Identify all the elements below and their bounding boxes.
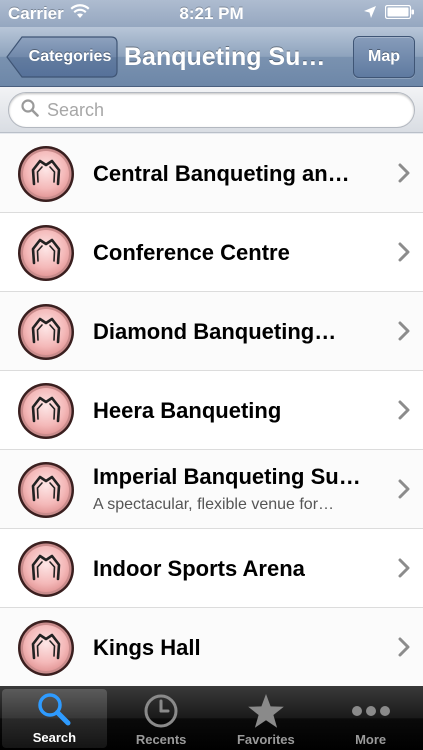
tab-more[interactable]: More	[318, 686, 423, 750]
status-bar: Carrier 8:21 PM	[0, 0, 423, 27]
search-bar	[0, 87, 423, 133]
wifi-icon	[70, 3, 90, 24]
list-item[interactable]: Central Banqueting an…	[0, 134, 423, 213]
clock-icon	[141, 692, 181, 730]
chevron-right-icon	[398, 321, 410, 341]
map-button[interactable]: Map	[353, 36, 415, 78]
back-button-label: Categories	[28, 48, 112, 65]
navigation-bar: Categories Banqueting Su… Map	[0, 27, 423, 87]
status-right	[363, 4, 415, 24]
search-icon	[21, 98, 39, 122]
venue-icon	[18, 383, 74, 439]
star-icon	[246, 692, 286, 730]
tab-bar: Search Recents Favorites More	[0, 686, 423, 750]
page-title: Banqueting Su…	[124, 42, 326, 71]
list-item-title: Central Banqueting an…	[93, 160, 350, 186]
list-item[interactable]: Kings Hall	[0, 608, 423, 686]
list-item[interactable]: Heera Banqueting	[0, 371, 423, 450]
list-item-title: Indoor Sports Arena	[93, 555, 305, 581]
tab-search[interactable]: Search	[2, 689, 107, 748]
tab-label: Favorites	[236, 732, 295, 747]
list-item-title: Kings Hall	[93, 634, 201, 660]
location-arrow-icon	[363, 4, 377, 24]
chevron-right-icon	[398, 637, 410, 657]
venue-icon	[18, 225, 74, 281]
list-item[interactable]: Imperial Banqueting Su… A spectacular, f…	[0, 450, 423, 529]
search-icon	[34, 690, 74, 728]
carrier-label: Carrier	[8, 3, 64, 23]
status-left: Carrier	[8, 3, 90, 24]
list-item-title: Imperial Banqueting Su…	[93, 464, 361, 489]
back-button[interactable]: Categories	[6, 36, 118, 78]
venue-icon	[18, 620, 74, 676]
list-item[interactable]: Diamond Banqueting…	[0, 292, 423, 371]
tab-favorites[interactable]: Favorites	[214, 686, 319, 750]
search-input[interactable]	[47, 99, 387, 121]
chevron-right-icon	[398, 400, 410, 420]
chevron-right-icon	[398, 163, 410, 183]
battery-icon	[384, 4, 415, 24]
venue-icon	[18, 462, 74, 518]
list-item-subtitle: A spectacular, flexible venue for…	[93, 496, 335, 513]
chevron-right-icon	[398, 242, 410, 262]
tab-label: More	[355, 732, 387, 747]
list-item-title: Conference Centre	[93, 239, 290, 265]
list-item-title: Diamond Banqueting…	[93, 318, 337, 344]
venue-list: Central Banqueting an… Conference Centre…	[0, 134, 423, 686]
more-icon	[351, 692, 391, 730]
chevron-right-icon	[398, 479, 410, 499]
venue-icon	[18, 304, 74, 360]
list-item[interactable]: Conference Centre	[0, 213, 423, 292]
tab-recents[interactable]: Recents	[109, 686, 214, 750]
tab-label: Recents	[135, 732, 187, 747]
venue-icon	[18, 541, 74, 597]
list-item[interactable]: Indoor Sports Arena	[0, 529, 423, 608]
tab-label: Search	[32, 730, 77, 745]
list-item-title: Heera Banqueting	[93, 397, 282, 423]
chevron-right-icon	[398, 558, 410, 578]
venue-icon	[18, 146, 74, 202]
search-field[interactable]	[8, 92, 415, 128]
